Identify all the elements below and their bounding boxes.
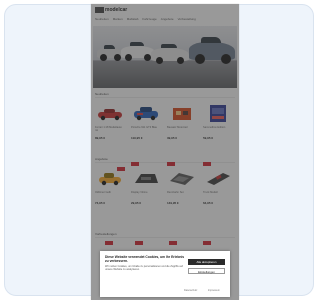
mobile-page-screenshot: modelcar Neuheiten Marken Maßstab Fahrze… [91, 4, 239, 300]
cookie-description: Wir nutzen Cookies, um Inhalte zu person… [105, 265, 183, 271]
cookie-settings-button[interactable]: Einstellungen [188, 268, 225, 274]
imprint-link[interactable]: Impressum [208, 289, 220, 292]
accept-cookies-button[interactable]: Alle akzeptieren [188, 259, 225, 265]
cookie-consent-dialog: Diese Website verwendet Cookies, um Ihr … [100, 251, 230, 297]
cookie-title: Diese Website verwendet Cookies, um Ihr … [105, 255, 185, 263]
privacy-link[interactable]: Datenschutz [184, 289, 197, 292]
